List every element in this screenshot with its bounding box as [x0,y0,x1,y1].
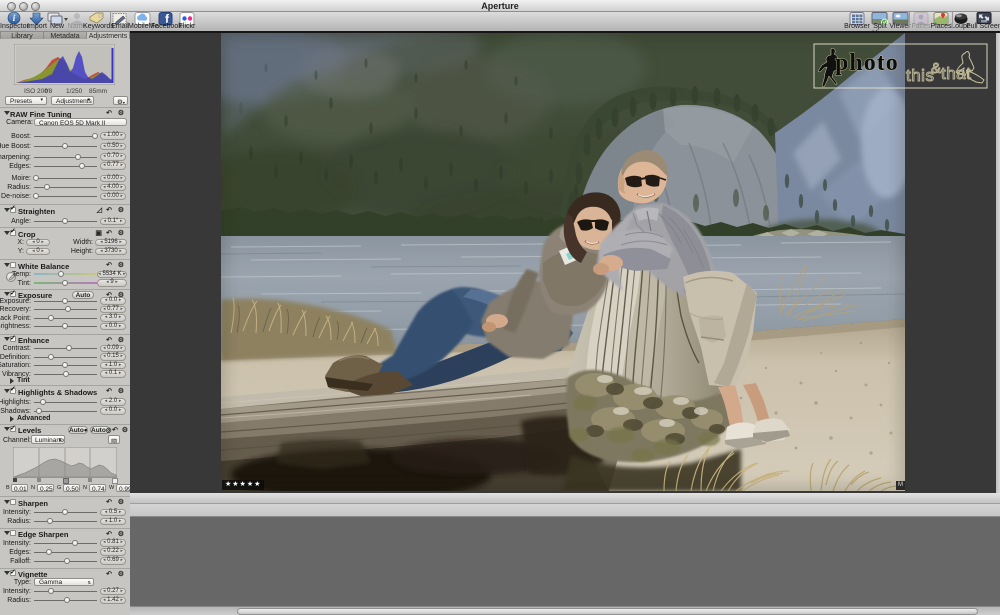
svg-text:photo: photo [835,50,899,76]
svg-text:&: & [931,60,941,77]
svg-text:that: that [941,64,971,83]
